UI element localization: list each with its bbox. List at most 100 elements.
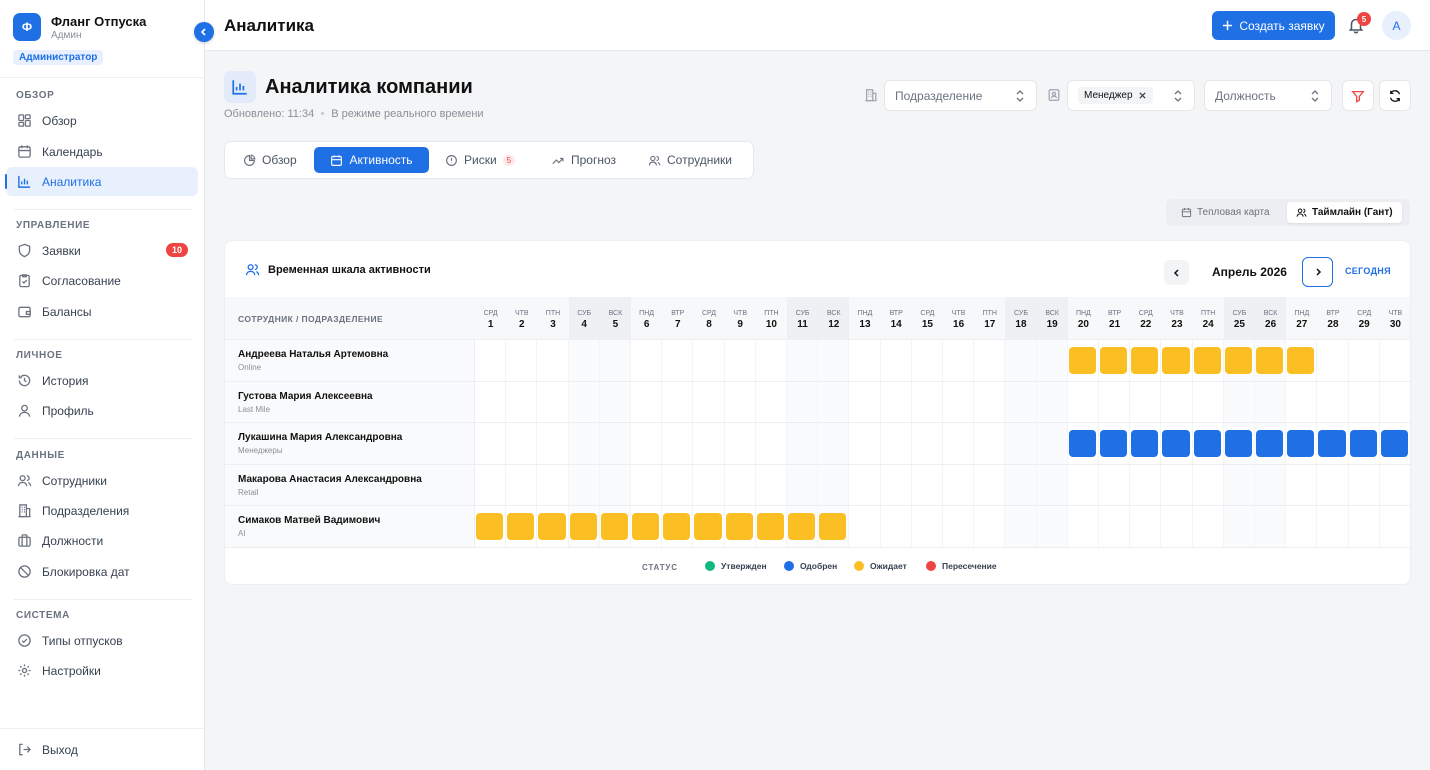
day-cell[interactable] (1005, 506, 1037, 547)
day-cell[interactable] (662, 464, 694, 505)
day-cell[interactable] (599, 381, 631, 422)
close-icon[interactable] (1138, 91, 1147, 100)
tab-forecast[interactable]: Прогноз (541, 147, 626, 173)
leave-block-approved[interactable] (1224, 430, 1252, 457)
leave-block-pending[interactable] (1256, 347, 1284, 374)
department-select[interactable]: Подразделение (884, 80, 1037, 111)
day-cell[interactable] (849, 464, 881, 505)
day-cell[interactable] (599, 340, 631, 381)
create-request-button[interactable]: Создать заявку (1212, 11, 1335, 40)
day-cell[interactable] (1005, 464, 1037, 505)
tab-activity[interactable]: Активность (314, 147, 429, 173)
day-cell[interactable] (1223, 464, 1255, 505)
leave-block-approved[interactable] (1380, 430, 1408, 457)
day-cell[interactable] (1223, 506, 1255, 547)
day-cell[interactable] (693, 464, 725, 505)
day-cell[interactable] (1317, 464, 1349, 505)
day-cell[interactable] (787, 423, 819, 464)
leave-block-pending[interactable] (1068, 347, 1096, 374)
leave-block-approved[interactable] (1131, 430, 1159, 457)
day-cell[interactable] (506, 340, 538, 381)
day-cell[interactable] (912, 381, 943, 422)
day-cell[interactable] (475, 340, 507, 381)
day-cell[interactable] (849, 381, 881, 422)
day-cell[interactable] (1349, 464, 1380, 505)
day-cell[interactable] (974, 340, 1006, 381)
day-cell[interactable] (693, 423, 725, 464)
day-cell[interactable] (475, 464, 507, 505)
refresh-button[interactable] (1379, 80, 1411, 111)
day-cell[interactable] (631, 464, 663, 505)
day-cell[interactable] (1068, 464, 1099, 505)
sidebar-item-calendar[interactable]: Календарь (6, 137, 198, 166)
day-cell[interactable] (1130, 381, 1162, 422)
day-cell[interactable] (881, 381, 912, 422)
day-cell[interactable] (725, 464, 756, 505)
leave-block-approved[interactable] (1287, 430, 1315, 457)
day-cell[interactable] (1380, 506, 1410, 547)
day-cell[interactable] (1005, 340, 1037, 381)
day-cell[interactable] (818, 423, 850, 464)
day-cell[interactable] (1255, 464, 1287, 505)
leave-block-pending[interactable] (1287, 347, 1315, 374)
sidebar-item-leave-types[interactable]: Типы отпусков (6, 626, 198, 655)
leave-block-pending[interactable] (1162, 347, 1190, 374)
day-cell[interactable] (1349, 506, 1380, 547)
day-cell[interactable] (725, 340, 756, 381)
leave-block-pending[interactable] (788, 513, 816, 540)
sidebar-item-employees[interactable]: Сотрудники (6, 466, 198, 495)
day-cell[interactable] (974, 464, 1006, 505)
day-cell[interactable] (1099, 506, 1131, 547)
day-cell[interactable] (974, 506, 1006, 547)
sidebar-item-requests[interactable]: Заявки 10 (6, 236, 198, 265)
leave-block-pending[interactable] (756, 513, 784, 540)
leave-block-pending[interactable] (1100, 347, 1128, 374)
sidebar-item-approval[interactable]: Согласование (6, 266, 198, 295)
prev-month-button[interactable] (1164, 260, 1189, 285)
day-cell[interactable] (1036, 381, 1068, 422)
sidebar-item-balances[interactable]: Балансы (6, 297, 198, 326)
day-cell[interactable] (787, 340, 819, 381)
day-cell[interactable] (912, 423, 943, 464)
day-cell[interactable] (568, 381, 600, 422)
sidebar-item-date-blocking[interactable]: Блокировка дат (6, 557, 198, 586)
tab-overview[interactable]: Обзор (233, 147, 307, 173)
day-cell[interactable] (1130, 506, 1162, 547)
leave-block-pending[interactable] (819, 513, 847, 540)
day-cell[interactable] (725, 381, 756, 422)
day-cell[interactable] (1099, 464, 1131, 505)
day-cell[interactable] (1036, 506, 1068, 547)
next-month-button[interactable] (1302, 257, 1333, 287)
day-cell[interactable] (1317, 340, 1349, 381)
sidebar-item-history[interactable]: История (6, 366, 198, 395)
day-cell[interactable] (1317, 381, 1349, 422)
day-cell[interactable] (631, 423, 663, 464)
day-cell[interactable] (1380, 340, 1410, 381)
day-cell[interactable] (537, 464, 569, 505)
day-cell[interactable] (725, 423, 756, 464)
day-cell[interactable] (1068, 381, 1099, 422)
day-cell[interactable] (693, 381, 725, 422)
filter-button[interactable] (1342, 80, 1374, 111)
day-cell[interactable] (662, 340, 694, 381)
leave-block-pending[interactable] (1224, 347, 1252, 374)
tab-employees[interactable]: Сотрудники (638, 147, 742, 173)
day-cell[interactable] (1317, 506, 1349, 547)
today-button[interactable]: СЕГОДНЯ (1345, 266, 1391, 276)
day-cell[interactable] (974, 423, 1006, 464)
day-cell[interactable] (1349, 381, 1380, 422)
leave-block-approved[interactable] (1349, 430, 1377, 457)
leave-block-pending[interactable] (725, 513, 753, 540)
day-cell[interactable] (849, 423, 881, 464)
sidebar-item-profile[interactable]: Профиль (6, 396, 198, 425)
day-cell[interactable] (1161, 506, 1193, 547)
sidebar-item-positions[interactable]: Должности (6, 526, 198, 555)
day-cell[interactable] (568, 464, 600, 505)
day-cell[interactable] (818, 340, 850, 381)
day-cell[interactable] (1161, 464, 1193, 505)
day-cell[interactable] (787, 464, 819, 505)
day-cell[interactable] (1286, 381, 1318, 422)
day-cell[interactable] (506, 423, 538, 464)
day-cell[interactable] (1349, 340, 1380, 381)
day-cell[interactable] (537, 423, 569, 464)
